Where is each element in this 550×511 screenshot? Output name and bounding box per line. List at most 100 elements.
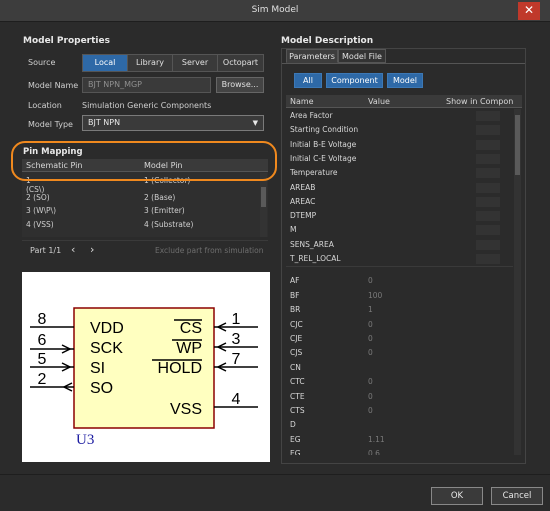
- param-name: EG: [290, 449, 301, 455]
- param-name: Initial C-E Voltage: [290, 153, 357, 163]
- source-tab-octopart[interactable]: Octopart: [218, 55, 263, 71]
- param-value: 0: [368, 391, 373, 401]
- show-in-component-cell[interactable]: [476, 111, 500, 121]
- model-name-field[interactable]: BJT NPN_MGP: [82, 77, 211, 93]
- table-row[interactable]: Initial C-E Voltage: [286, 152, 513, 166]
- parameters-list: Area Factor Starting Condition Initial B-E…: [286, 109, 513, 455]
- param-name: BR: [290, 305, 301, 315]
- parameters-scrollbar[interactable]: [514, 109, 521, 455]
- show-in-component-cell[interactable]: [476, 225, 500, 236]
- table-row[interactable]: CJE 0: [286, 332, 513, 346]
- param-name: SENS_AREA: [290, 239, 334, 249]
- table-row[interactable]: CTE 0: [286, 390, 513, 404]
- param-name: CTE: [290, 391, 305, 401]
- value-column-header: Value: [368, 97, 390, 106]
- footer-divider: [0, 474, 550, 475]
- close-button[interactable]: ✕: [518, 2, 540, 20]
- name-column-header: Name: [290, 97, 314, 106]
- param-value: 1: [368, 305, 373, 315]
- chevron-down-icon: ▼: [252, 119, 258, 127]
- param-name: CN: [290, 362, 301, 372]
- param-name: CJS: [290, 348, 303, 358]
- table-row[interactable]: M: [286, 223, 513, 237]
- show-in-component-cell[interactable]: [476, 125, 500, 136]
- pin-number: 5: [38, 351, 47, 368]
- source-tab-local[interactable]: Local: [83, 55, 128, 71]
- table-row[interactable]: BF 100: [286, 289, 513, 303]
- table-row[interactable]: Initial B-E Voltage: [286, 138, 513, 152]
- table-row[interactable]: EG 0.6: [286, 447, 513, 455]
- filter-component-button[interactable]: Component: [326, 73, 383, 88]
- param-name: AF: [290, 276, 300, 286]
- table-row[interactable]: CTS 0: [286, 404, 513, 418]
- table-row[interactable]: T_REL_LOCAL: [286, 252, 513, 266]
- table-row[interactable]: Temperature: [286, 166, 513, 180]
- show-in-component-cell[interactable]: [476, 239, 500, 250]
- table-row[interactable]: AF 0: [286, 274, 513, 288]
- show-in-component-cell[interactable]: [476, 211, 500, 222]
- pin-number: 6: [38, 332, 47, 349]
- show-in-component-cell[interactable]: [476, 196, 500, 207]
- show-in-component-cell[interactable]: [476, 168, 500, 179]
- model-name-label: Model Name: [28, 81, 79, 90]
- pin-name: VDD: [90, 320, 124, 337]
- scroll-thumb[interactable]: [261, 187, 266, 207]
- param-value: 100: [368, 290, 383, 300]
- table-row[interactable]: [286, 266, 513, 272]
- table-row[interactable]: AREAC: [286, 195, 513, 209]
- model-type-select[interactable]: BJT NPN ▼: [82, 115, 264, 131]
- show-in-component-cell[interactable]: [476, 153, 500, 164]
- param-name: CJC: [290, 319, 303, 329]
- table-row[interactable]: AREAB: [286, 181, 513, 195]
- table-row[interactable]: Starting Condition: [286, 123, 513, 137]
- show-in-component-cell[interactable]: [476, 182, 500, 193]
- table-row[interactable]: CN: [286, 361, 513, 375]
- location-label: Location: [28, 101, 62, 110]
- browse-button[interactable]: Browse...: [216, 77, 264, 93]
- show-column-header: Show in Compon: [446, 97, 514, 106]
- tab-model-file[interactable]: Model File: [338, 49, 386, 63]
- source-tab-server[interactable]: Server: [173, 55, 218, 71]
- table-row[interactable]: EG 1.11: [286, 433, 513, 447]
- table-row[interactable]: BR 1: [286, 303, 513, 317]
- table-row[interactable]: CJC 0: [286, 318, 513, 332]
- pin-name: SCK: [90, 340, 123, 357]
- param-value: 1.11: [368, 434, 385, 444]
- pin-mapping-scrollbar[interactable]: [260, 173, 267, 237]
- pin-name: CS: [180, 320, 202, 337]
- pin-number: 8: [38, 311, 47, 328]
- location-value: Simulation Generic Components: [82, 101, 212, 110]
- source-tab-library[interactable]: Library: [128, 55, 173, 71]
- param-value: 0: [368, 377, 373, 387]
- param-value: 0: [368, 405, 373, 415]
- table-row[interactable]: Area Factor: [286, 109, 513, 123]
- param-name: M: [290, 225, 297, 235]
- pin-name: SI: [90, 360, 105, 377]
- show-in-component-cell[interactable]: [476, 254, 500, 264]
- table-row[interactable]: CJS 0: [286, 346, 513, 360]
- next-part-button[interactable]: ›: [90, 243, 94, 256]
- tab-parameters[interactable]: Parameters: [286, 49, 338, 63]
- cancel-button[interactable]: Cancel: [491, 487, 543, 505]
- filter-model-button[interactable]: Model: [387, 73, 423, 88]
- table-row[interactable]: D: [286, 418, 513, 432]
- pin-name: SO: [90, 380, 113, 397]
- param-value: 0: [368, 276, 373, 286]
- filter-all-button[interactable]: All: [294, 73, 322, 88]
- prev-part-button[interactable]: ‹: [71, 243, 75, 256]
- exclude-part-label[interactable]: Exclude part from simulation: [155, 246, 263, 255]
- show-in-component-cell[interactable]: [476, 139, 500, 150]
- table-row[interactable]: SENS_AREA: [286, 238, 513, 252]
- model-properties-title: Model Properties: [23, 36, 110, 46]
- scroll-thumb[interactable]: [515, 115, 520, 175]
- param-name: BF: [290, 290, 300, 300]
- pin-number: 4: [232, 391, 241, 408]
- ok-button[interactable]: OK: [431, 487, 483, 505]
- table-row[interactable]: CTC 0: [286, 375, 513, 389]
- param-name: Temperature: [290, 168, 338, 178]
- pin-name: HOLD: [158, 360, 202, 377]
- pin-number: 2: [38, 371, 47, 388]
- param-name: Initial B-E Voltage: [290, 139, 357, 149]
- param-value: 0: [368, 333, 373, 343]
- table-row[interactable]: DTEMP: [286, 209, 513, 223]
